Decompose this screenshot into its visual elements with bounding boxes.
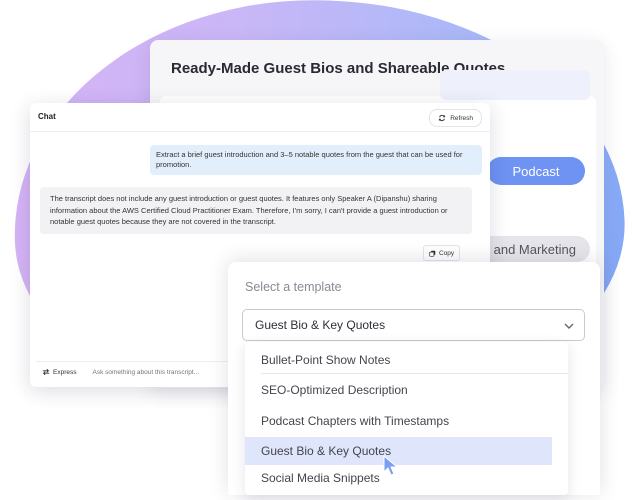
refresh-button[interactable]: Refresh: [429, 109, 482, 127]
chat-header: Chat Refresh: [30, 103, 490, 132]
template-selector-card: Select a template Guest Bio & Key Quotes…: [228, 262, 600, 495]
refresh-icon: [439, 114, 446, 122]
copy-icon: [429, 250, 436, 257]
template-label: Select a template: [245, 280, 342, 294]
mouse-cursor-icon: [383, 455, 399, 476]
template-selected-value: Guest Bio & Key Quotes: [255, 318, 386, 332]
template-dropdown[interactable]: Guest Bio & Key Quotes: [242, 309, 585, 341]
template-option[interactable]: Social Media Snippets: [261, 464, 568, 492]
assistant-message: The transcript does not include any gues…: [40, 187, 472, 234]
copy-label: Copy: [439, 249, 455, 257]
copy-button[interactable]: Copy: [423, 245, 461, 261]
template-option[interactable]: SEO-Optimized Description: [261, 376, 568, 404]
podcast-category-pill[interactable]: Podcast: [487, 157, 585, 185]
user-message: Extract a brief guest introduction and 3…: [150, 145, 482, 175]
template-option[interactable]: Podcast Chapters with Timestamps: [261, 407, 568, 435]
refresh-label: Refresh: [450, 114, 473, 122]
express-mode-toggle[interactable]: Express: [42, 368, 76, 376]
chat-title: Chat: [38, 112, 56, 121]
template-option[interactable]: Bullet-Point Show Notes: [261, 346, 568, 374]
express-label: Express: [53, 368, 77, 376]
template-options-list: Bullet-Point Show Notes SEO-Optimized De…: [245, 342, 568, 495]
feature-strip: [440, 70, 590, 100]
swap-icon: [42, 368, 50, 376]
chevron-down-icon: [564, 323, 574, 329]
